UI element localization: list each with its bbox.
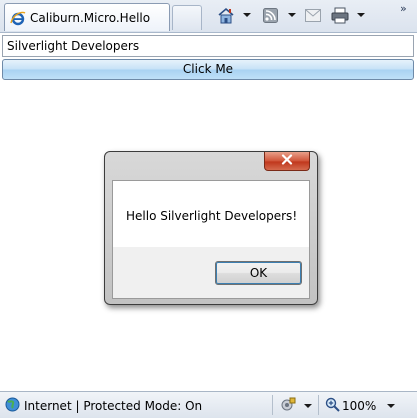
protected-mode-button[interactable] <box>280 397 296 415</box>
status-divider <box>318 395 319 415</box>
ie-page-icon <box>10 10 26 26</box>
protected-mode-dropdown-icon[interactable] <box>304 404 312 408</box>
browser-tab[interactable]: Caliburn.Micro.Hello <box>4 3 170 31</box>
browser-toolbar: Caliburn.Micro.Hello » <box>0 0 417 33</box>
rss-feed-icon[interactable] <box>261 6 279 24</box>
zoom-control[interactable]: 100% <box>325 397 376 415</box>
zone-status-text: Internet | Protected Mode: On <box>24 399 203 413</box>
lock-gear-icon <box>280 397 296 415</box>
home-dropdown-icon[interactable] <box>243 13 251 17</box>
rss-dropdown-icon[interactable] <box>288 13 296 17</box>
name-input[interactable] <box>2 35 414 57</box>
click-me-button[interactable]: Click Me <box>2 59 414 80</box>
zoom-dropdown-icon[interactable] <box>387 404 395 408</box>
dialog-close-button[interactable] <box>264 152 310 171</box>
print-dropdown-icon[interactable] <box>357 13 365 17</box>
globe-icon <box>5 397 20 415</box>
mail-icon[interactable] <box>304 6 322 24</box>
toolbar-overflow-icon[interactable]: » <box>400 2 407 15</box>
new-tab-button[interactable] <box>172 5 202 30</box>
message-dialog: Hello Silverlight Developers! OK <box>104 151 318 305</box>
security-zone[interactable]: Internet | Protected Mode: On <box>5 397 202 415</box>
print-icon[interactable] <box>330 6 350 24</box>
dialog-message-area: Hello Silverlight Developers! <box>113 181 309 247</box>
dialog-body: Hello Silverlight Developers! OK <box>112 180 310 299</box>
status-divider <box>272 395 273 415</box>
ok-button[interactable]: OK <box>215 261 302 285</box>
zoom-magnifier-icon <box>325 397 340 415</box>
home-icon[interactable] <box>216 6 236 24</box>
zoom-level: 100% <box>342 399 377 413</box>
close-icon <box>281 154 293 168</box>
status-bar: Internet | Protected Mode: On 100% <box>0 391 417 418</box>
dialog-message: Hello Silverlight Developers! <box>126 209 298 223</box>
tab-title: Caliburn.Micro.Hello <box>30 10 151 25</box>
